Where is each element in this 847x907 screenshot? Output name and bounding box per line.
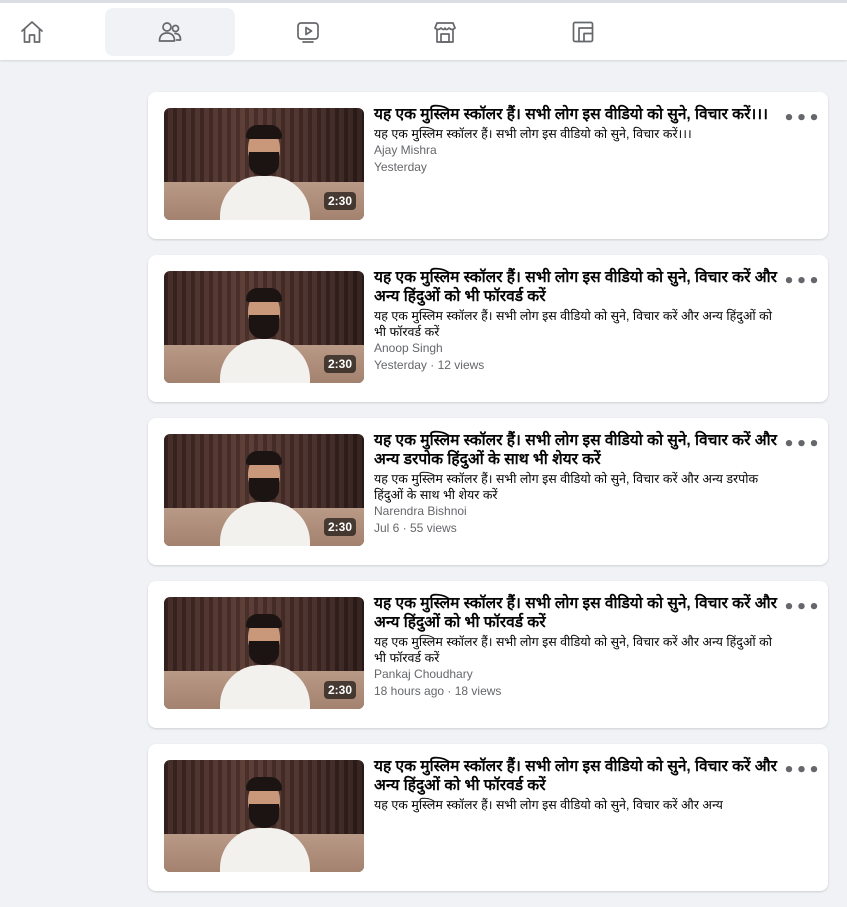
more-options-icon[interactable]: ••• <box>783 597 820 618</box>
post-author[interactable]: Anoop Singh <box>374 340 778 357</box>
post-description: यह एक मुस्लिम स्कॉलर हैं। सभी लोग इस वीड… <box>374 635 772 665</box>
post-meta: 18 hours ago · 18 views <box>374 684 502 698</box>
friends-icon <box>158 22 182 42</box>
watch-icon <box>297 22 319 43</box>
video-post-card[interactable]: 2:30 यह एक मुस्लिम स्कॉलर हैं। सभी लोग इ… <box>148 581 828 728</box>
video-thumbnail[interactable]: 2:30 <box>164 108 364 220</box>
video-thumbnail[interactable]: 2:30 <box>164 597 364 709</box>
video-post-card[interactable]: 2:30 यह एक मुस्लिम स्कॉलर हैं। सभी लोग इ… <box>148 418 828 565</box>
video-duration: 2:30 <box>323 355 356 373</box>
video-feed: 2:30 यह एक मुस्लिम स्कॉलर हैं। सभी लोग इ… <box>148 92 828 907</box>
post-description: यह एक मुस्लिम स्कॉलर हैं। सभी लोग इस वीड… <box>374 798 723 812</box>
post-description: यह एक मुस्लिम स्कॉलर हैं। सभी लोग इस वीड… <box>374 127 692 141</box>
tab-marketplace[interactable] <box>380 8 510 56</box>
tab-gaming[interactable] <box>518 8 648 56</box>
more-options-icon[interactable]: ••• <box>783 434 820 455</box>
video-post-card[interactable]: यह एक मुस्लिम स्कॉलर हैं। सभी लोग इस वीड… <box>148 744 828 891</box>
post-meta: Yesterday <box>374 160 427 174</box>
post-title[interactable]: यह एक मुस्लिम स्कॉलर हैं। सभी लोग इस वीड… <box>374 757 778 795</box>
gaming-icon <box>572 21 594 43</box>
video-post-card[interactable]: 2:30 यह एक मुस्लिम स्कॉलर हैं। सभी लोग इ… <box>148 255 828 402</box>
video-duration: 2:30 <box>323 681 356 699</box>
tab-home[interactable] <box>0 8 97 56</box>
post-author[interactable]: Pankaj Choudhary <box>374 666 778 683</box>
marketplace-icon <box>434 22 456 43</box>
tab-watch[interactable] <box>243 8 373 56</box>
tab-friends[interactable] <box>105 8 235 56</box>
post-title[interactable]: यह एक मुस्लिम स्कॉलर हैं। सभी लोग इस वीड… <box>374 431 778 469</box>
home-icon <box>21 21 43 43</box>
video-thumbnail[interactable]: 2:30 <box>164 434 364 546</box>
post-title[interactable]: यह एक मुस्लिम स्कॉलर हैं। सभी लोग इस वीड… <box>374 268 778 306</box>
post-title[interactable]: यह एक मुस्लिम स्कॉलर हैं। सभी लोग इस वीड… <box>374 105 778 124</box>
post-meta: Yesterday · 12 views <box>374 358 485 372</box>
post-title[interactable]: यह एक मुस्लिम स्कॉलर हैं। सभी लोग इस वीड… <box>374 594 778 632</box>
top-navigation-bar <box>0 0 847 60</box>
video-thumbnail[interactable]: 2:30 <box>164 271 364 383</box>
post-author[interactable]: Narendra Bishnoi <box>374 503 778 520</box>
video-thumbnail[interactable] <box>164 760 364 872</box>
more-options-icon[interactable]: ••• <box>783 760 820 781</box>
more-options-icon[interactable]: ••• <box>783 271 820 292</box>
post-meta: Jul 6 · 55 views <box>374 521 457 535</box>
video-duration: 2:30 <box>323 192 356 210</box>
post-description: यह एक मुस्लिम स्कॉलर हैं। सभी लोग इस वीड… <box>374 309 772 339</box>
more-options-icon[interactable]: ••• <box>783 108 820 129</box>
post-description: यह एक मुस्लिम स्कॉलर हैं। सभी लोग इस वीड… <box>374 472 759 502</box>
video-post-card[interactable]: 2:30 यह एक मुस्लिम स्कॉलर हैं। सभी लोग इ… <box>148 92 828 239</box>
post-author[interactable]: Ajay Mishra <box>374 142 778 159</box>
video-duration: 2:30 <box>323 518 356 536</box>
